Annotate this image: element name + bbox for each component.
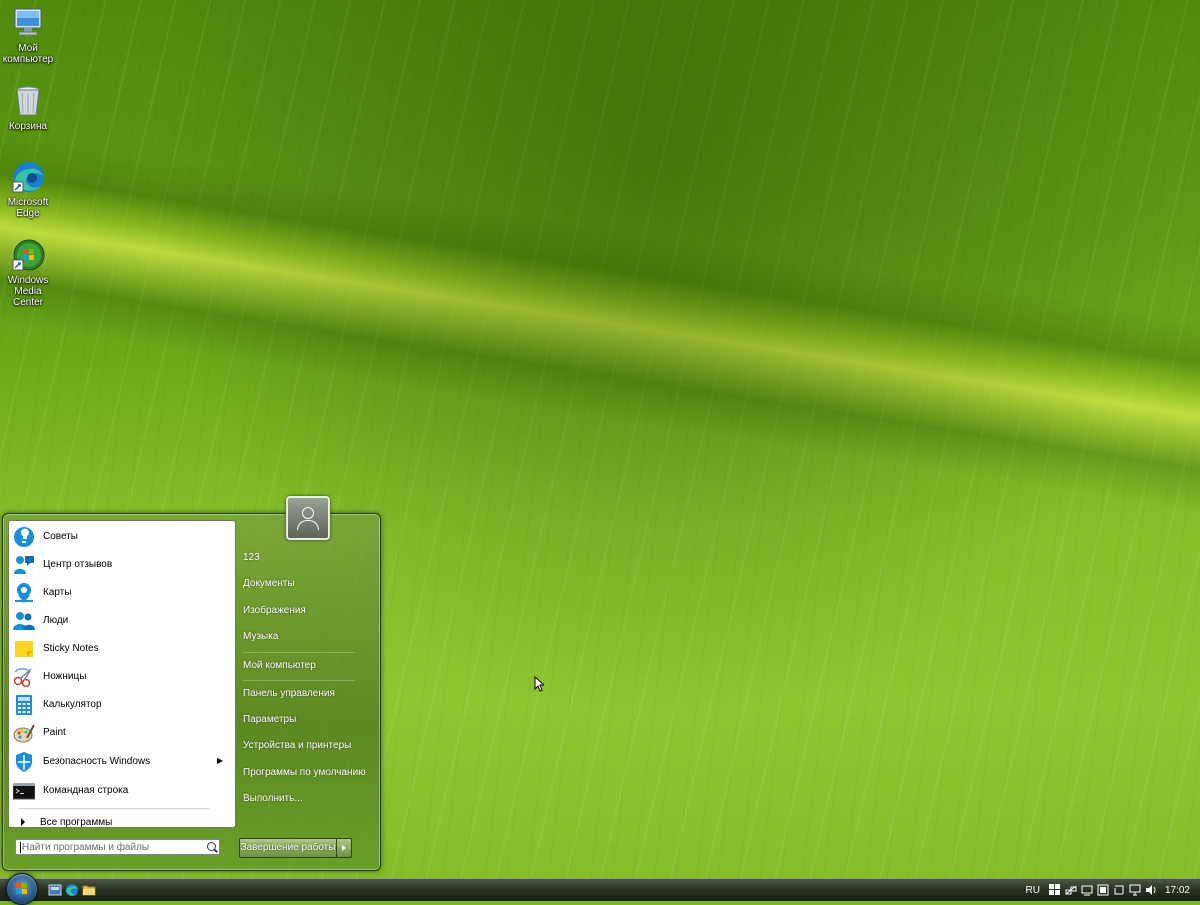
quicklaunch-show-desktop-icon[interactable] <box>48 883 62 897</box>
taskbar-clock[interactable]: 17:02 <box>1165 885 1190 896</box>
right-item-default-programs[interactable]: Программы по умолчанию <box>243 764 373 782</box>
right-item-control-panel[interactable]: Панель управления <box>243 685 373 703</box>
program-item-feedback-hub[interactable]: Центр отзывов <box>11 551 231 578</box>
program-item-tips[interactable]: Советы <box>11 523 231 550</box>
program-label: Советы <box>43 531 78 542</box>
program-label: Paint <box>43 727 66 738</box>
my-computer-icon <box>11 6 45 40</box>
media-center-icon <box>11 238 45 272</box>
shutdown-button[interactable]: Завершение работы <box>239 838 337 858</box>
calculator-icon <box>13 694 35 716</box>
program-item-paint[interactable]: Paint <box>11 719 231 746</box>
all-programs-label: Все программы <box>40 816 113 828</box>
right-item-user-folder[interactable]: 123 <box>243 549 373 567</box>
right-separator <box>243 680 355 681</box>
program-label: Карты <box>43 587 72 598</box>
right-item-pictures[interactable]: Изображения <box>243 602 373 620</box>
program-item-people[interactable]: Люди <box>11 607 231 634</box>
search-icon[interactable] <box>207 842 216 851</box>
programs-pane: Советы Центр отзывов Карты Люди Sticky N <box>8 520 236 828</box>
program-label: Ножницы <box>43 671 87 682</box>
sync-icon[interactable] <box>1113 884 1125 896</box>
tips-icon <box>13 526 35 548</box>
right-item-settings[interactable]: Параметры <box>243 711 373 729</box>
network-icon[interactable] <box>1065 884 1077 896</box>
snipping-tool-icon <box>13 666 35 688</box>
search-placeholder: Найти программы и файлы <box>22 842 150 853</box>
maps-icon <box>13 582 35 604</box>
program-label: Центр отзывов <box>43 559 113 570</box>
people-icon <box>13 610 35 632</box>
program-label: Калькулятор <box>43 699 102 710</box>
sticky-notes-icon <box>13 638 35 660</box>
edge-icon <box>11 160 45 194</box>
search-input[interactable]: Найти программы и файлы <box>15 839 220 855</box>
user-avatar[interactable] <box>286 496 330 540</box>
security-tray-icon[interactable] <box>1097 884 1109 896</box>
start-menu: Советы Центр отзывов Карты Люди Sticky N <box>2 496 381 871</box>
program-item-command-prompt[interactable]: Командная строка <box>11 777 231 804</box>
display-icon[interactable] <box>1129 884 1141 896</box>
right-item-devices-printers[interactable]: Устройства и принтеры <box>243 737 373 755</box>
desktop-icon-label: Microsoft Edge <box>7 197 49 219</box>
quicklaunch-edge-icon[interactable] <box>65 883 79 897</box>
program-label: Командная строка <box>43 785 129 796</box>
right-item-run[interactable]: Выполнить... <box>243 790 373 808</box>
right-separator <box>243 652 355 653</box>
program-item-sticky-notes[interactable]: Sticky Notes <box>11 635 231 662</box>
start-button[interactable] <box>6 873 38 905</box>
program-label: Безопасность Windows <box>43 756 151 767</box>
expand-arrow-icon <box>21 818 25 826</box>
action-center-icon[interactable] <box>1081 884 1093 896</box>
desktop-icon-recycle-bin[interactable]: Корзина <box>0 84 58 132</box>
programs-separator <box>19 808 209 809</box>
quicklaunch-explorer-icon[interactable] <box>82 883 96 897</box>
right-item-documents[interactable]: Документы <box>243 575 373 593</box>
taskbar: RU 17:02 <box>0 873 1200 905</box>
desktop-icon-label: Мой компьютер <box>2 43 54 65</box>
windows-flag-tray-icon[interactable] <box>1048 884 1061 896</box>
program-label: Sticky Notes <box>43 643 99 654</box>
recycle-bin-icon <box>11 84 45 118</box>
right-item-my-computer[interactable]: Мой компьютер <box>243 657 373 675</box>
paint-icon <box>13 722 35 744</box>
desktop-icon-label: Корзина <box>8 121 48 132</box>
program-item-windows-security[interactable]: Безопасность Windows ▶ <box>11 748 231 775</box>
language-indicator[interactable]: RU <box>1026 885 1040 896</box>
volume-icon[interactable] <box>1145 884 1157 896</box>
mouse-cursor-icon <box>534 676 544 692</box>
program-item-calculator[interactable]: Калькулятор <box>11 691 231 718</box>
desktop-icon-media-center[interactable]: Windows Media Center <box>0 238 58 308</box>
program-item-snipping-tool[interactable]: Ножницы <box>11 663 231 690</box>
shutdown-options-button[interactable] <box>336 838 352 858</box>
feedback-hub-icon <box>13 554 35 576</box>
system-tray: RU 17:02 <box>1026 879 1200 901</box>
desktop-icon-label: Windows Media Center <box>7 275 49 308</box>
desktop-icon-edge[interactable]: Microsoft Edge <box>0 160 58 219</box>
program-item-maps[interactable]: Карты <box>11 579 231 606</box>
all-programs-button[interactable]: Все программы <box>11 813 231 831</box>
windows-logo-icon <box>16 883 28 895</box>
command-prompt-icon <box>12 780 36 802</box>
windows-security-icon <box>13 751 35 773</box>
program-label: Люди <box>43 615 69 626</box>
submenu-arrow-icon: ▶ <box>216 756 223 765</box>
text-caret <box>20 842 21 853</box>
desktop-icon-my-computer[interactable]: Мой компьютер <box>0 6 58 65</box>
right-item-music[interactable]: Музыка <box>243 628 373 646</box>
